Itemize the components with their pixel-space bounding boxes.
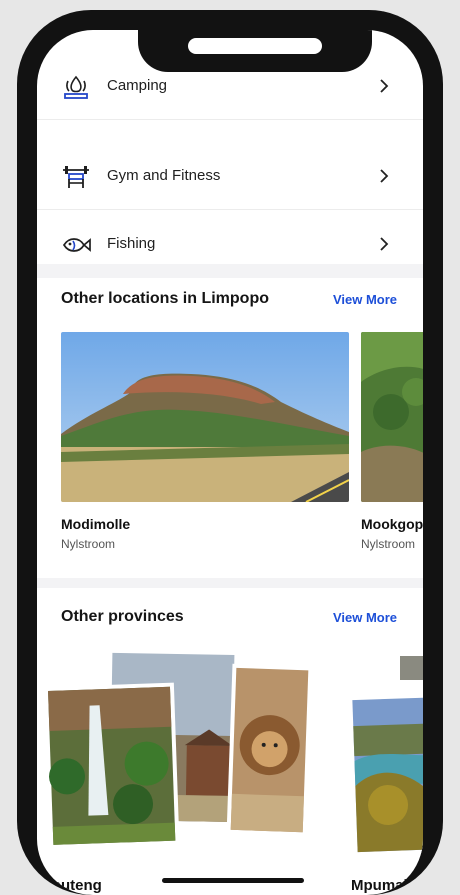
chevron-right-icon bbox=[380, 169, 389, 183]
province-card-mpumalanga[interactable]: Mpumala bbox=[347, 645, 423, 895]
weightlifting-icon bbox=[63, 166, 89, 188]
home-indicator[interactable] bbox=[162, 878, 304, 883]
section-divider bbox=[37, 264, 423, 278]
device-notch bbox=[138, 30, 372, 72]
province-collage-image bbox=[43, 648, 313, 850]
campfire-icon bbox=[64, 75, 88, 99]
app-screen: Camping Gym and Fitness Fishing Other lo… bbox=[37, 30, 423, 895]
province-label: Mpumala bbox=[351, 877, 417, 894]
location-subtitle: Nylstroom bbox=[61, 537, 116, 551]
location-image bbox=[361, 332, 423, 502]
menu-item-label: Fishing bbox=[107, 235, 156, 252]
section-divider bbox=[37, 578, 423, 588]
phone-frame: Camping Gym and Fitness Fishing Other lo… bbox=[17, 10, 443, 895]
province-collage-image bbox=[348, 653, 423, 855]
location-title: Modimolle bbox=[61, 516, 131, 532]
location-image bbox=[61, 332, 349, 502]
menu-item-label: Camping bbox=[107, 77, 168, 94]
menu-item-gym[interactable]: Gym and Fitness bbox=[37, 144, 423, 210]
province-card-gauteng[interactable]: Gauteng bbox=[37, 645, 327, 895]
menu-item-label: Gym and Fitness bbox=[107, 167, 221, 184]
chevron-right-icon bbox=[380, 79, 389, 93]
section-title-locations: Other locations in Limpopo bbox=[61, 290, 269, 307]
province-label: Gauteng bbox=[41, 877, 102, 894]
view-more-provinces-link[interactable]: View More bbox=[333, 610, 397, 625]
speaker-pill bbox=[188, 38, 322, 54]
fish-icon bbox=[62, 238, 91, 252]
location-title: Mookgopl bbox=[361, 516, 423, 532]
location-subtitle: Nylstroom bbox=[361, 537, 416, 551]
view-more-locations-link[interactable]: View More bbox=[333, 292, 397, 307]
section-title-provinces: Other provinces bbox=[61, 608, 184, 625]
chevron-right-icon bbox=[380, 237, 389, 251]
